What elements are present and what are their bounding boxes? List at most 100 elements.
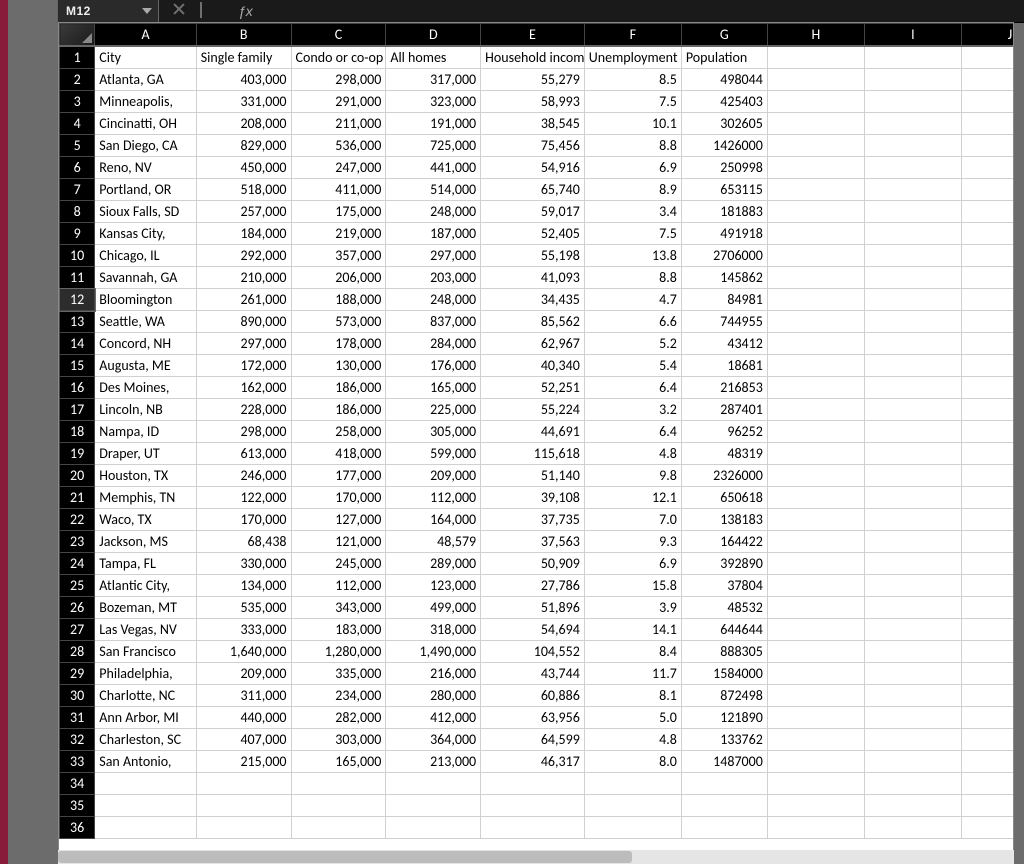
cell-E8[interactable]: 59,017 — [481, 201, 585, 223]
col-header-H[interactable]: H — [767, 24, 864, 47]
cell-J13[interactable] — [961, 311, 1014, 333]
cell-F12[interactable]: 4.7 — [584, 289, 681, 311]
cell-C11[interactable]: 206,000 — [291, 267, 386, 289]
cell-B3[interactable]: 331,000 — [196, 91, 291, 113]
cell-E30[interactable]: 60,886 — [481, 685, 585, 707]
cell-C33[interactable]: 165,000 — [291, 751, 386, 773]
cell-J16[interactable] — [961, 377, 1014, 399]
cell-I17[interactable] — [864, 399, 961, 421]
cell-D27[interactable]: 318,000 — [386, 619, 481, 641]
row-header[interactable]: 3 — [60, 91, 95, 113]
cell-C18[interactable]: 258,000 — [291, 421, 386, 443]
cell-A36[interactable] — [95, 817, 196, 839]
cell-G31[interactable]: 121890 — [681, 707, 767, 729]
cell-B10[interactable]: 292,000 — [196, 245, 291, 267]
cell-G30[interactable]: 872498 — [681, 685, 767, 707]
cell-J2[interactable] — [961, 69, 1014, 91]
cell-H30[interactable] — [767, 685, 864, 707]
cell-D3[interactable]: 323,000 — [386, 91, 481, 113]
cell-D21[interactable]: 112,000 — [386, 487, 481, 509]
chevron-down-icon[interactable] — [142, 8, 152, 14]
row-header[interactable]: 11 — [60, 267, 95, 289]
cell-I9[interactable] — [864, 223, 961, 245]
select-all-corner[interactable] — [60, 24, 95, 47]
row-header[interactable]: 24 — [60, 553, 95, 575]
cell-F21[interactable]: 12.1 — [584, 487, 681, 509]
cell-A8[interactable]: Sioux Falls, SD — [95, 201, 196, 223]
cell-H20[interactable] — [767, 465, 864, 487]
row-header[interactable]: 22 — [60, 509, 95, 531]
cell-B9[interactable]: 184,000 — [196, 223, 291, 245]
cell-E15[interactable]: 40,340 — [481, 355, 585, 377]
cell-J24[interactable] — [961, 553, 1014, 575]
row-header[interactable]: 16 — [60, 377, 95, 399]
row-header[interactable]: 28 — [60, 641, 95, 663]
row-header[interactable]: 10 — [60, 245, 95, 267]
name-box[interactable]: M12 — [58, 0, 158, 22]
cell-E10[interactable]: 55,198 — [481, 245, 585, 267]
cell-J26[interactable] — [961, 597, 1014, 619]
cell-A25[interactable]: Atlantic City, — [95, 575, 196, 597]
horizontal-scrollbar[interactable] — [58, 850, 1014, 864]
cell-J10[interactable] — [961, 245, 1014, 267]
row-header[interactable]: 4 — [60, 113, 95, 135]
spreadsheet-grid[interactable]: ABCDEFGHIJ 1CitySingle familyCondo or co… — [58, 22, 1014, 856]
cell-H17[interactable] — [767, 399, 864, 421]
cell-G4[interactable]: 302605 — [681, 113, 767, 135]
cell-J19[interactable] — [961, 443, 1014, 465]
cell-C3[interactable]: 291,000 — [291, 91, 386, 113]
cell-C32[interactable]: 303,000 — [291, 729, 386, 751]
cell-A17[interactable]: Lincoln, NB — [95, 399, 196, 421]
cell-F18[interactable]: 6.4 — [584, 421, 681, 443]
cell-I18[interactable] — [864, 421, 961, 443]
cell-G5[interactable]: 1426000 — [681, 135, 767, 157]
cell-A20[interactable]: Houston, TX — [95, 465, 196, 487]
cell-H15[interactable] — [767, 355, 864, 377]
cell-B32[interactable]: 407,000 — [196, 729, 291, 751]
cell-C23[interactable]: 121,000 — [291, 531, 386, 553]
cell-F4[interactable]: 10.1 — [584, 113, 681, 135]
cell-F24[interactable]: 6.9 — [584, 553, 681, 575]
cell-I2[interactable] — [864, 69, 961, 91]
cell-H27[interactable] — [767, 619, 864, 641]
cell-G29[interactable]: 1584000 — [681, 663, 767, 685]
cell-F32[interactable]: 4.8 — [584, 729, 681, 751]
col-header-B[interactable]: B — [196, 24, 291, 47]
cell-H28[interactable] — [767, 641, 864, 663]
cell-D4[interactable]: 191,000 — [386, 113, 481, 135]
cell-C21[interactable]: 170,000 — [291, 487, 386, 509]
cell-J20[interactable] — [961, 465, 1014, 487]
cell-D14[interactable]: 284,000 — [386, 333, 481, 355]
cell-D10[interactable]: 297,000 — [386, 245, 481, 267]
cell-B28[interactable]: 1,640,000 — [196, 641, 291, 663]
cell-G34[interactable] — [681, 773, 767, 795]
cell-F8[interactable]: 3.4 — [584, 201, 681, 223]
cell-E21[interactable]: 39,108 — [481, 487, 585, 509]
cell-I26[interactable] — [864, 597, 961, 619]
cell-F29[interactable]: 11.7 — [584, 663, 681, 685]
cell-G20[interactable]: 2326000 — [681, 465, 767, 487]
cell-J21[interactable] — [961, 487, 1014, 509]
cell-B7[interactable]: 518,000 — [196, 179, 291, 201]
cell-D28[interactable]: 1,490,000 — [386, 641, 481, 663]
cell-G6[interactable]: 250998 — [681, 157, 767, 179]
cell-D1[interactable]: All homes — [386, 46, 481, 69]
cell-D15[interactable]: 176,000 — [386, 355, 481, 377]
cell-H13[interactable] — [767, 311, 864, 333]
cell-C14[interactable]: 178,000 — [291, 333, 386, 355]
cell-J4[interactable] — [961, 113, 1014, 135]
cell-C13[interactable]: 573,000 — [291, 311, 386, 333]
cell-F31[interactable]: 5.0 — [584, 707, 681, 729]
cell-A14[interactable]: Concord, NH — [95, 333, 196, 355]
cell-J7[interactable] — [961, 179, 1014, 201]
cell-C10[interactable]: 357,000 — [291, 245, 386, 267]
cell-J15[interactable] — [961, 355, 1014, 377]
cell-H7[interactable] — [767, 179, 864, 201]
cell-H24[interactable] — [767, 553, 864, 575]
cell-I19[interactable] — [864, 443, 961, 465]
cell-D20[interactable]: 209,000 — [386, 465, 481, 487]
cell-H6[interactable] — [767, 157, 864, 179]
cell-I13[interactable] — [864, 311, 961, 333]
cell-F17[interactable]: 3.2 — [584, 399, 681, 421]
cell-G19[interactable]: 48319 — [681, 443, 767, 465]
